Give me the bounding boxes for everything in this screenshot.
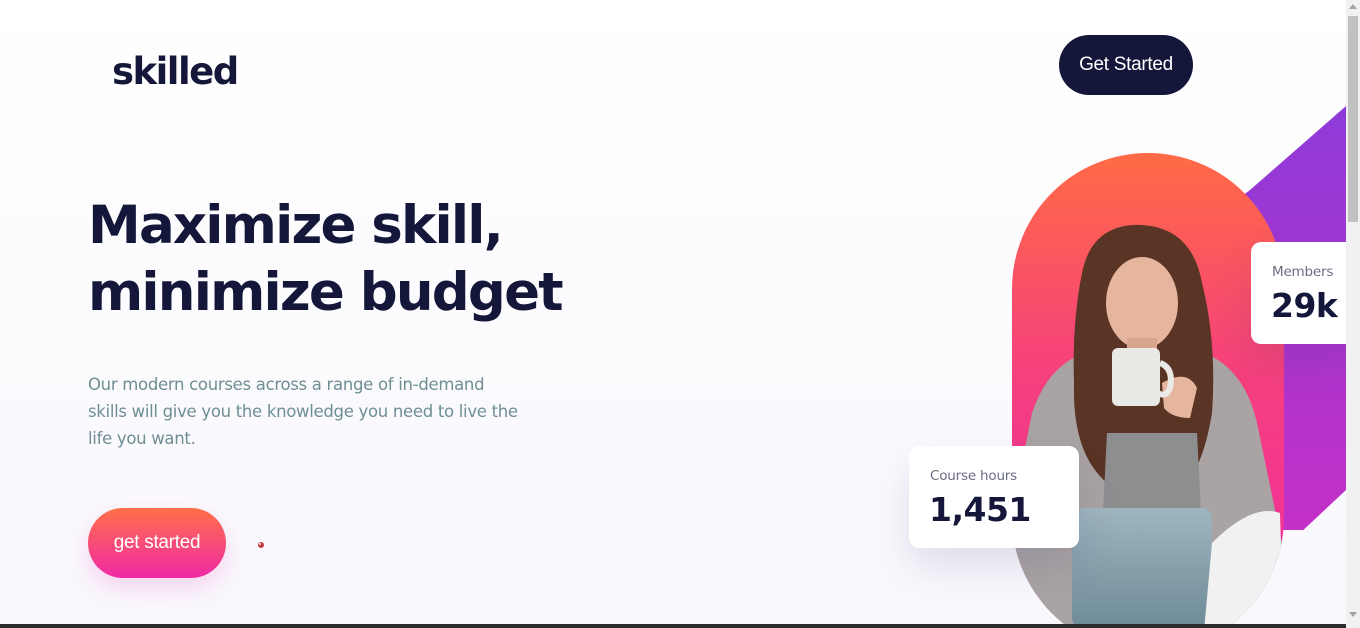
vertical-scrollbar[interactable] bbox=[1346, 0, 1360, 628]
landing-page: skilled Get Started Maximize skill, mini… bbox=[0, 0, 1346, 628]
members-label: Members bbox=[1272, 264, 1334, 280]
scroll-up-arrow-icon[interactable] bbox=[1349, 4, 1357, 9]
members-card: Members 29k bbox=[1251, 242, 1346, 344]
course-hours-card: Course hours 1,451 bbox=[909, 446, 1079, 548]
hero-photo bbox=[1012, 153, 1284, 628]
hero-description: Our modern courses across a range of in-… bbox=[88, 375, 518, 448]
scrollbar-thumb[interactable] bbox=[1348, 16, 1358, 222]
get-started-button[interactable]: Get Started bbox=[1059, 35, 1193, 95]
cursor-icon bbox=[258, 542, 264, 548]
scroll-down-arrow-icon[interactable] bbox=[1349, 612, 1357, 617]
course-hours-label: Course hours bbox=[930, 468, 1017, 484]
bottom-edge bbox=[0, 624, 1346, 628]
members-value: 29k bbox=[1271, 286, 1338, 325]
course-hours-value: 1,451 bbox=[929, 490, 1031, 529]
hero-title: Maximize skill, minimize budget bbox=[88, 192, 588, 326]
hero-title-line-1: Maximize skill, bbox=[88, 195, 504, 256]
logo[interactable]: skilled bbox=[112, 50, 239, 93]
hero-title-line-2: minimize budget bbox=[88, 262, 564, 323]
hero-get-started-button[interactable]: get started bbox=[88, 508, 226, 578]
woman-drinking-coffee-photo bbox=[1012, 224, 1284, 628]
